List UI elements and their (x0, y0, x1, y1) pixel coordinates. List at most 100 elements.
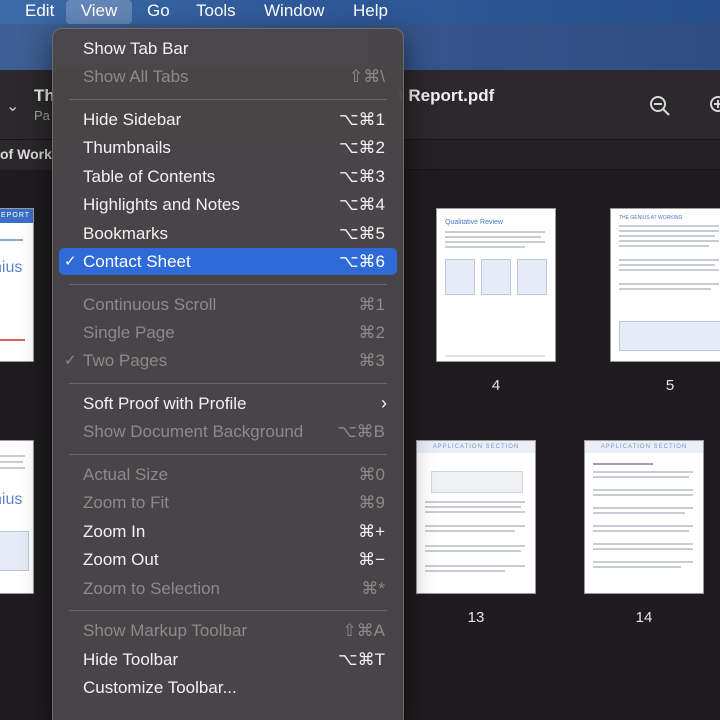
menu-window[interactable]: Window (256, 0, 332, 24)
menu-item-continuous-scroll: Continuous Scroll ⌘1 (59, 291, 397, 318)
menu-item-label: Soft Proof with Profile (83, 394, 247, 413)
menu-item-label: Hide Sidebar (83, 110, 182, 129)
document-subtitle: Pa (34, 108, 50, 123)
menu-item-label: Show All Tabs (83, 67, 189, 87)
page-number: 5 (665, 377, 675, 394)
keyboard-shortcut: ⌘0 (358, 465, 385, 484)
page-heading: APPLICATION SECTION (585, 441, 703, 453)
keyboard-shortcut: ⌥⌘B (337, 422, 385, 442)
menu-item-zoom-in[interactable]: Zoom In ⌘+ (59, 518, 397, 545)
menu-item-label: Single Page (83, 323, 175, 342)
keyboard-shortcut: ⌥⌘5 (338, 223, 385, 243)
keyboard-shortcut: ⇧⌘A (342, 621, 385, 641)
keyboard-shortcut: ⌘9 (358, 493, 385, 513)
keyboard-shortcut: ⌘* (361, 578, 385, 598)
menu-item-label: Bookmarks (83, 223, 169, 243)
menu-separator (69, 610, 387, 612)
menu-separator (69, 453, 387, 455)
page-number: 13 (467, 609, 485, 626)
page-thumbnail-cover[interactable]: REPORT nius (0, 208, 34, 362)
keyboard-shortcut: ⌘+ (358, 521, 385, 541)
menu-item-contact-sheet[interactable]: ✓ Contact Sheet ⌥⌘6 (59, 248, 397, 275)
menu-item-label: Table of Contents (83, 166, 216, 186)
sidebar-header: of Work (0, 140, 60, 170)
keyboard-shortcut: ⌥⌘3 (338, 166, 385, 186)
keyboard-shortcut: ⌘3 (358, 351, 385, 371)
menu-item-label: Highlights and Notes (83, 195, 240, 215)
menu-item-label: Show Markup Toolbar (83, 621, 248, 641)
cover-word: nius (0, 259, 23, 276)
document-title-end: t Report.pdf (398, 86, 495, 105)
page-thumbnail[interactable]: THE GENIUS AT WORKING (610, 208, 720, 362)
view-menu: Show Tab Bar Show All Tabs ⇧⌘\ Hide Sidebar… (52, 28, 404, 720)
menu-item-show-markup-toolbar: Show Markup Toolbar ⇧⌘A (59, 617, 397, 644)
keyboard-shortcut: ⌥⌘T (338, 649, 385, 669)
zoom-in-icon[interactable] (708, 94, 720, 123)
page-thumbnail[interactable]: Qualitative Review (436, 208, 556, 362)
page-heading: THE GENIUS AT WORKING (619, 215, 683, 221)
menu-item-customize-toolbar[interactable]: Customize Toolbar... (59, 674, 397, 701)
menu-item-label: Zoom In (83, 521, 146, 541)
checkmark-icon: ✓ (64, 352, 77, 370)
keyboard-shortcut: ⌥⌘2 (338, 138, 385, 158)
page-number: 4 (491, 377, 501, 394)
menu-edit[interactable]: Edit (17, 0, 62, 24)
keyboard-shortcut: ⌥⌘1 (338, 110, 385, 129)
page-thumbnail[interactable]: APPLICATION SECTION (416, 440, 536, 594)
chevron-down-icon[interactable]: ⌄ (6, 96, 19, 116)
menu-view[interactable]: View (66, 0, 132, 24)
content-header-strip (400, 140, 720, 170)
menu-item-label: Zoom to Selection (83, 578, 221, 598)
menu-item-soft-proof-with-profile[interactable]: Soft Proof with Profile › (59, 390, 397, 417)
menu-item-label: Customize Toolbar... (83, 678, 237, 697)
zoom-out-icon[interactable] (648, 94, 672, 123)
menu-item-show-document-background: Show Document Background ⌥⌘B (59, 418, 397, 445)
menu-item-actual-size: Actual Size ⌘0 (59, 461, 397, 488)
menu-item-bookmarks[interactable]: Bookmarks ⌥⌘5 (59, 220, 397, 247)
menu-item-label: Hide Toolbar (83, 649, 179, 669)
checkmark-icon: ✓ (64, 253, 77, 270)
menu-item-highlights-and-notes[interactable]: Highlights and Notes ⌥⌘4 (59, 191, 397, 218)
menu-item-label: Zoom Out (83, 550, 159, 570)
menu-go[interactable]: Go (139, 0, 178, 24)
menu-help[interactable]: Help (345, 0, 396, 24)
menu-item-label: Actual Size (83, 465, 169, 484)
menu-item-single-page: Single Page ⌘2 (59, 319, 397, 346)
page-thumbnail[interactable]: APPLICATION SECTION (584, 440, 704, 594)
keyboard-shortcut: ⌘2 (358, 323, 385, 342)
menu-item-zoom-to-fit: Zoom to Fit ⌘9 (59, 489, 397, 516)
menu-item-label: Show Document Background (83, 422, 304, 442)
menu-item-label: Two Pages (83, 351, 168, 371)
menu-item-label: Zoom to Fit (83, 493, 169, 513)
menu-tools[interactable]: Tools (188, 0, 244, 24)
menu-item-hide-toolbar[interactable]: Hide Toolbar ⌥⌘T (59, 646, 397, 673)
sidebar-title: of Work (0, 146, 52, 162)
menu-item-two-pages: ✓ Two Pages ⌘3 (59, 347, 397, 374)
keyboard-shortcut: ⌘1 (358, 294, 385, 314)
menu-item-zoom-to-selection: Zoom to Selection ⌘* (59, 575, 397, 602)
menu-separator (69, 382, 387, 384)
keyboard-shortcut: ⌥⌘4 (338, 195, 385, 215)
keyboard-shortcut: ⌘− (358, 550, 385, 570)
menu-item-show-all-tabs: Show All Tabs ⇧⌘\ (59, 63, 397, 90)
page-heading: APPLICATION SECTION (417, 441, 535, 453)
page-number: 14 (635, 609, 653, 626)
menu-item-label: Thumbnails (83, 138, 171, 158)
menu-item-label: Contact Sheet (83, 252, 191, 271)
menu-item-hide-sidebar[interactable]: Hide Sidebar ⌥⌘1 (59, 106, 397, 133)
menu-item-table-of-contents[interactable]: Table of Contents ⌥⌘3 (59, 163, 397, 190)
cover-banner: REPORT (0, 209, 33, 223)
page-thumbnail-cover-2[interactable]: nius (0, 440, 34, 594)
menu-item-zoom-out[interactable]: Zoom Out ⌘− (59, 546, 397, 573)
menu-separator (69, 98, 387, 100)
menu-item-label: Show Tab Bar (83, 39, 189, 58)
chevron-right-icon: › (381, 393, 387, 413)
keyboard-shortcut: ⇧⌘\ (349, 67, 385, 87)
menu-item-label: Continuous Scroll (83, 294, 217, 314)
menu-item-thumbnails[interactable]: Thumbnails ⌥⌘2 (59, 134, 397, 161)
menu-separator (69, 283, 387, 285)
keyboard-shortcut: ⌥⌘6 (338, 252, 385, 271)
menu-item-show-tab-bar[interactable]: Show Tab Bar (59, 35, 397, 62)
page-heading: Qualitative Review (445, 219, 503, 226)
menu-bar: Edit View Go Tools Window Help (0, 0, 720, 24)
